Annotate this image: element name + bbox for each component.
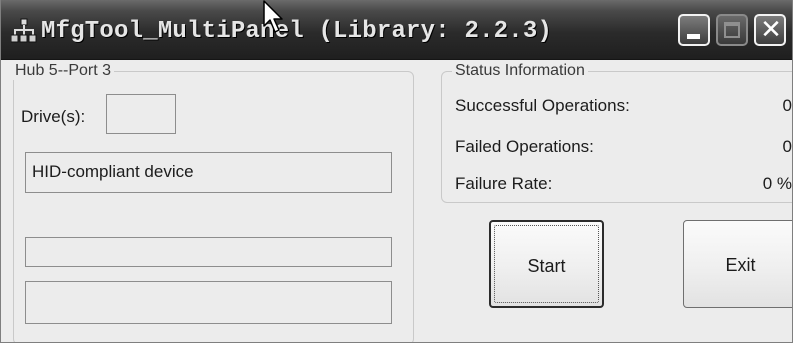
status-information-title: Status Information bbox=[452, 62, 588, 80]
minimize-button[interactable] bbox=[678, 14, 710, 46]
failed-operations-label: Failed Operations: bbox=[455, 137, 594, 156]
window-title: MfgTool_MultiPanel (Library: 2.2.3) bbox=[41, 18, 553, 45]
status-information-group: Status Information Successful Operations… bbox=[441, 62, 792, 203]
minimize-icon bbox=[687, 34, 700, 39]
progress-status-field bbox=[25, 237, 392, 267]
mouse-pointer-icon bbox=[263, 0, 283, 33]
failed-operations-value: 0 bbox=[782, 137, 792, 156]
close-icon: ✕ bbox=[760, 15, 782, 45]
start-button-label: Start bbox=[527, 256, 566, 276]
hub-port-title: Hub 5--Port 3 bbox=[12, 62, 115, 80]
app-window: MfgTool_MultiPanel (Library: 2.2.3) ✕ Hu… bbox=[0, 0, 793, 343]
close-button[interactable]: ✕ bbox=[754, 14, 786, 46]
exit-button-label: Exit bbox=[725, 255, 756, 275]
hub-port-group: Hub 5--Port 3 Drive(s): HID-compliant de… bbox=[12, 62, 414, 342]
drives-label: Drive(s): bbox=[21, 107, 86, 126]
maximize-icon bbox=[724, 22, 740, 38]
successful-operations-label: Successful Operations: bbox=[455, 96, 630, 115]
failure-rate-value: 0 % bbox=[762, 174, 792, 193]
successful-operations-value: 0 bbox=[782, 96, 792, 115]
title-bar[interactable]: MfgTool_MultiPanel (Library: 2.2.3) ✕ bbox=[1, 0, 792, 60]
maximize-button[interactable] bbox=[716, 14, 748, 46]
network-hierarchy-icon bbox=[11, 18, 37, 43]
device-name-field: HID-compliant device bbox=[25, 152, 392, 193]
failure-rate-label: Failure Rate: bbox=[455, 174, 553, 193]
operation-status-field bbox=[25, 281, 392, 324]
drives-field bbox=[106, 94, 176, 134]
exit-button[interactable]: Exit bbox=[683, 220, 792, 308]
start-button[interactable]: Start bbox=[489, 220, 604, 308]
